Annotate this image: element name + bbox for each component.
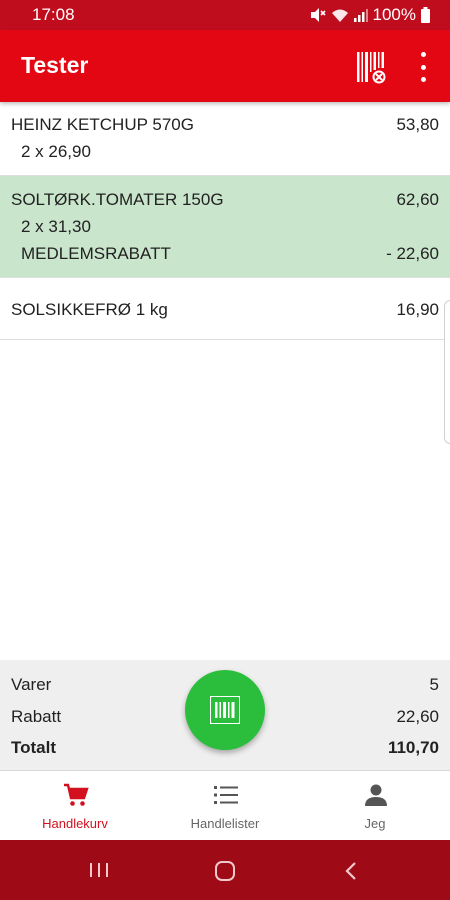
cart-icon [64,783,89,806]
status-bar: 17:08 100% [0,0,450,30]
nav-item-handlelister[interactable]: Handlelister [150,771,300,841]
nav-label: Handlelister [190,816,260,831]
recent-apps-icon[interactable] [88,861,110,879]
cart-item[interactable]: HEINZ KETCHUP 570G 53,80 2 x 26,90 [0,102,450,176]
system-nav-bar [0,840,450,900]
item-price: 53,80 [396,115,439,134]
item-price: 62,60 [396,190,439,209]
item-qty: 2 x 31,30 [21,217,91,236]
item-qty: 2 x 26,90 [21,142,91,161]
nav-item-jeg[interactable]: Jeg [300,771,450,841]
discount-value: - 22,60 [386,244,439,263]
item-name: HEINZ KETCHUP 570G [11,115,194,134]
barcode-scan-button[interactable] [355,50,387,84]
page-title: Tester [21,52,89,78]
back-icon[interactable] [343,861,359,881]
total-value: 110,70 [387,738,439,757]
list-icon [214,786,238,804]
signal-icon [353,9,368,22]
person-icon [365,784,387,806]
battery-percent: 100% [372,5,416,24]
barcode-icon [210,696,240,724]
status-time: 17:08 [32,5,75,24]
wifi-icon [331,9,348,22]
discount-label: MEDLEMSRABATT [21,244,171,263]
cart-list: HEINZ KETCHUP 570G 53,80 2 x 26,90 SOLTØ… [0,102,450,340]
items-label: Varer [11,675,52,694]
nav-label: Handlekurv [42,816,108,831]
status-icons: 100% [309,5,430,25]
app-bar: Tester [0,30,450,102]
battery-icon [421,7,430,23]
discount-total-label: Rabatt [11,707,62,726]
barcode-scan-icon [357,52,386,84]
nav-item-handlekurv[interactable]: Handlekurv [0,771,150,841]
item-name: SOLSIKKEFRØ 1 kg [11,300,168,319]
items-value: 5 [429,675,439,694]
discount-total-value: 22,60 [396,707,439,726]
side-drawer-handle[interactable] [444,300,450,444]
mute-icon [310,8,326,22]
item-price: 16,90 [396,300,439,319]
item-name: SOLTØRK.TOMATER 150G [11,190,224,209]
nav-label: Jeg [364,816,386,831]
scan-fab-button[interactable] [185,670,265,750]
cart-item[interactable]: SOLSIKKEFRØ 1 kg 16,90 [0,278,450,340]
home-icon[interactable] [214,860,236,882]
more-vert-icon[interactable] [413,52,433,82]
total-label: Totalt [11,738,57,757]
cart-item[interactable]: SOLTØRK.TOMATER 150G 62,60 2 x 31,30 MED… [0,176,450,278]
bottom-nav: Handlekurv Handlelister Jeg [0,770,450,841]
